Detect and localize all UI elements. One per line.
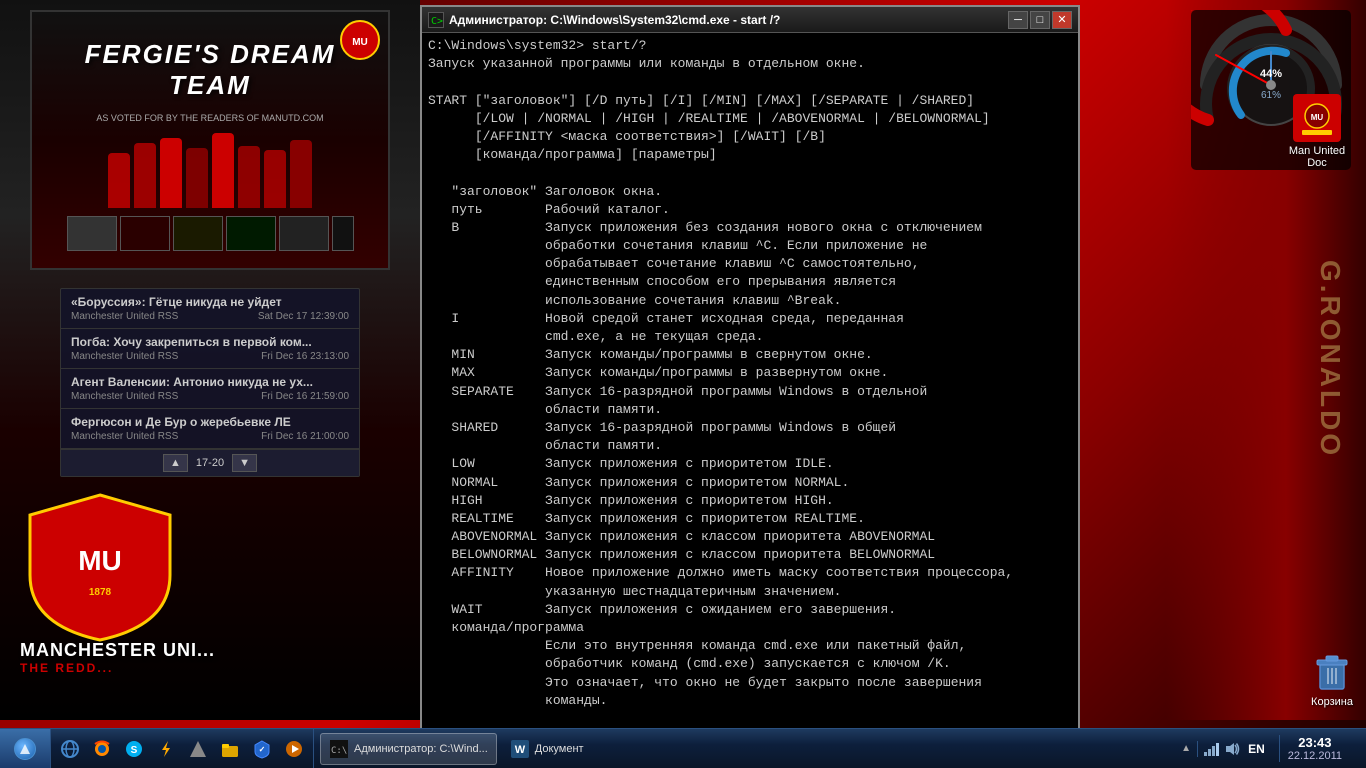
manchester-text: MANCHESTER UNI... — [20, 640, 215, 660]
fergie-poster: FERGIE'S DREAM TEAM AS VOTED FOR BY THE … — [30, 10, 390, 270]
start-orb-icon — [14, 738, 36, 760]
man-united-doc-icon-img: MU — [1293, 94, 1341, 142]
mu-logo-area: MU 1878 MANCHESTER UNI... THE REDD... — [20, 485, 215, 675]
news-item-4[interactable]: Фергюсон и Де Бур о жеребьевке ЛЕ Manche… — [61, 409, 359, 449]
news-headline-1: «Боруссия»: Гётце никуда не уйдет — [71, 295, 349, 309]
recycle-bin-icon — [1308, 648, 1356, 696]
cmd-content: C:\Windows\system32> start/? Запуск указ… — [422, 33, 1078, 733]
taskbar-item-word[interactable]: W Документ — [501, 733, 593, 765]
news-prev-button[interactable]: ▲ — [163, 454, 188, 472]
taskbar-items: C:\ Администратор: C:\Wind... W Документ — [314, 729, 1173, 768]
pyramid-quicklaunch-icon[interactable] — [183, 734, 213, 764]
ie-quicklaunch-icon[interactable] — [55, 734, 85, 764]
clock-area[interactable]: 23:43 22.12.2011 — [1279, 735, 1350, 762]
news-meta-4: Manchester United RSS Fri Dec 16 21:00:0… — [71, 431, 349, 442]
recycle-bin-label: Корзина — [1311, 696, 1353, 708]
cmd-maximize-button[interactable]: □ — [1030, 11, 1050, 29]
antivirus-quicklaunch-icon[interactable]: ✓ — [247, 734, 277, 764]
news-meta-2: Manchester United RSS Fri Dec 16 23:13:0… — [71, 351, 349, 362]
news-page-number: 17-20 — [196, 457, 224, 469]
fergie-title: FERGIE'S DREAM TEAM — [32, 29, 388, 111]
news-headline-3: Агент Валенсии: Антонио никуда не ух... — [71, 375, 349, 389]
svg-text:✓: ✓ — [259, 745, 266, 754]
svg-text:S: S — [131, 745, 138, 756]
language-indicator[interactable]: EN — [1244, 742, 1269, 756]
svg-text:W: W — [515, 744, 526, 756]
cmd-minimize-button[interactable]: ─ — [1008, 11, 1028, 29]
news-pagination: ▲ 17-20 ▼ — [61, 449, 359, 476]
mu-shield-large: MU 1878 — [20, 485, 180, 645]
cmd-close-button[interactable]: ✕ — [1052, 11, 1072, 29]
news-headline-2: Погба: Хочу закрепиться в первой ком... — [71, 335, 349, 349]
cmd-output: C:\Windows\system32> start/? Запуск указ… — [428, 37, 1072, 733]
firefox-quicklaunch-icon[interactable] — [87, 734, 117, 764]
news-next-button[interactable]: ▼ — [232, 454, 257, 472]
svg-text:MU: MU — [1311, 113, 1324, 122]
news-widget: «Боруссия»: Гётце никуда не уйдет Manche… — [60, 288, 360, 477]
system-tray: EN — [1197, 741, 1275, 757]
media-quicklaunch-icon[interactable] — [279, 734, 309, 764]
cmd-window-icon: C> — [428, 12, 444, 28]
tray-expand-button[interactable]: ▲ — [1179, 743, 1193, 754]
taskbar-word-icon: W — [510, 739, 530, 759]
the-red-text: THE REDD... — [20, 661, 215, 675]
taskbar-word-label: Документ — [535, 743, 584, 755]
news-item-2[interactable]: Погба: Хочу закрепиться в первой ком... … — [61, 329, 359, 369]
taskbar-cmd-icon: C:\ — [329, 739, 349, 759]
taskbar-cmd-label: Администратор: C:\Wind... — [354, 743, 488, 755]
taskbar-item-cmd[interactable]: C:\ Администратор: C:\Wind... — [320, 733, 497, 765]
taskbar: S ✓ — [0, 728, 1366, 768]
desktop: FERGIE'S DREAM TEAM AS VOTED FOR BY THE … — [0, 0, 1366, 768]
news-headline-4: Фергюсон и Де Бур о жеребьевке ЛЕ — [71, 415, 349, 429]
start-button[interactable] — [0, 729, 51, 768]
svg-text:1878: 1878 — [89, 587, 112, 598]
clock-date: 22.12.2011 — [1288, 750, 1342, 762]
news-item-1[interactable]: «Боруссия»: Гётце никуда не уйдет Manche… — [61, 289, 359, 329]
tray-volume-icon[interactable] — [1224, 741, 1240, 757]
recycle-bin[interactable]: Корзина — [1308, 648, 1356, 708]
mu-logo-small: MU — [340, 20, 380, 60]
news-item-3[interactable]: Агент Валенсии: Антонио никуда не ух... … — [61, 369, 359, 409]
svg-text:44%: 44% — [1260, 68, 1282, 80]
fergie-subtitle: AS VOTED FOR BY THE READERS OF MANUTD.CO… — [96, 113, 323, 123]
cmd-window: C> Администратор: C:\Windows\System32\cm… — [420, 5, 1080, 735]
clock-time: 23:43 — [1298, 735, 1331, 750]
skype-quicklaunch-icon[interactable]: S — [119, 734, 149, 764]
left-panel: FERGIE'S DREAM TEAM AS VOTED FOR BY THE … — [0, 0, 420, 720]
quicklaunch-area: S ✓ — [51, 729, 314, 768]
cmd-title-left: C> Администратор: C:\Windows\System32\cm… — [428, 12, 780, 28]
news-meta-3: Manchester United RSS Fri Dec 16 21:59:0… — [71, 391, 349, 402]
tray-network-icon[interactable] — [1204, 741, 1220, 757]
cmd-title-text: Администратор: C:\Windows\System32\cmd.e… — [449, 13, 780, 27]
cmd-titlebar: C> Администратор: C:\Windows\System32\cm… — [422, 7, 1078, 33]
man-united-doc-label: Man United Doc — [1282, 145, 1352, 169]
cmd-window-controls: ─ □ ✕ — [1008, 11, 1072, 29]
svg-text:C:\: C:\ — [331, 746, 347, 756]
taskbar-right: ▲ EN — [1173, 729, 1366, 768]
svg-text:MU: MU — [78, 545, 122, 576]
thunder-quicklaunch-icon[interactable] — [151, 734, 181, 764]
svg-text:MU: MU — [352, 37, 368, 48]
news-meta-1: Manchester United RSS Sat Dec 17 12:39:0… — [71, 311, 349, 322]
ronaldo-text: G.RONALDO — [1314, 260, 1346, 458]
folder-quicklaunch-icon[interactable] — [215, 734, 245, 764]
svg-text:C>: C> — [431, 16, 443, 27]
man-united-doc-icon[interactable]: MU Man United Doc — [1278, 90, 1356, 173]
